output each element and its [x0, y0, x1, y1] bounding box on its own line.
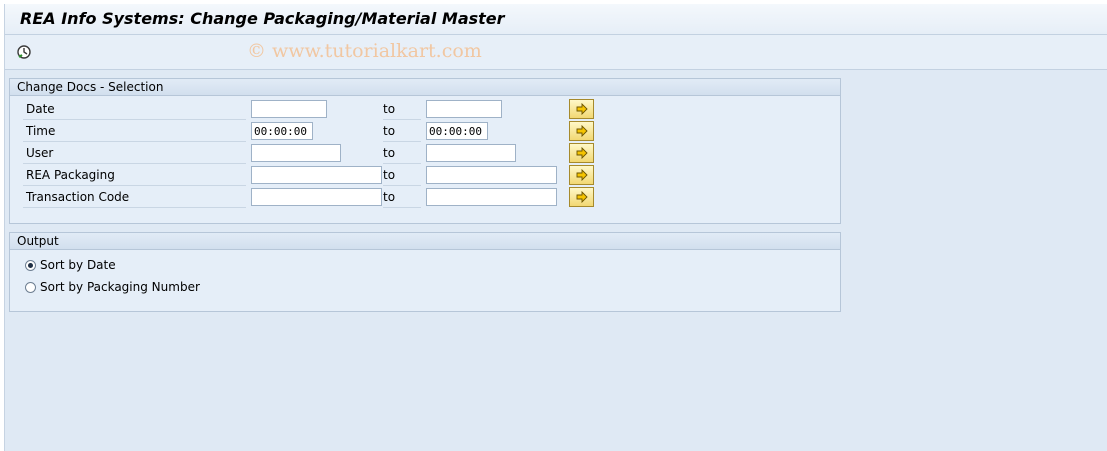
sort-by-packaging-number-label: Sort by Packaging Number [40, 280, 200, 294]
user-row: User to [23, 143, 594, 165]
arrow-right-icon [576, 103, 588, 115]
date-row: Date to [23, 99, 594, 121]
date-label: Date [23, 99, 246, 120]
transaction-code-row: Transaction Code to [23, 187, 594, 209]
sort-by-date-label: Sort by Date [40, 258, 116, 272]
date-from-input[interactable] [251, 100, 327, 118]
selection-group: Change Docs - Selection Date to Time to … [9, 78, 841, 224]
date-to-input[interactable] [426, 100, 502, 118]
execute-clock-icon [17, 45, 31, 59]
rea-packaging-row: REA Packaging to [23, 165, 594, 187]
arrow-right-icon [576, 125, 588, 137]
output-group: Output Sort by Date Sort by Packaging Nu… [9, 232, 841, 312]
arrow-right-icon [576, 191, 588, 203]
transaction-code-label: Transaction Code [23, 187, 246, 208]
title-bar: REA Info Systems: Change Packaging/Mater… [5, 4, 1107, 35]
sap-window: REA Info Systems: Change Packaging/Mater… [4, 4, 1107, 451]
radio-button[interactable] [25, 259, 36, 271]
time-to-label: to [383, 121, 421, 142]
rea-packaging-from-input[interactable] [251, 166, 382, 184]
user-to-input[interactable] [426, 144, 516, 162]
user-multiple-selection-button[interactable] [569, 143, 594, 163]
transaction-code-from-input[interactable] [251, 188, 382, 206]
transaction-code-multiple-selection-button[interactable] [569, 187, 594, 207]
sort-by-packaging-number-option[interactable]: Sort by Packaging Number [25, 278, 200, 296]
sort-by-date-option[interactable]: Sort by Date [25, 256, 116, 274]
time-label: Time [23, 121, 246, 142]
time-multiple-selection-button[interactable] [569, 121, 594, 141]
output-group-header: Output [10, 233, 840, 250]
radio-button[interactable] [25, 281, 36, 293]
transaction-code-to-input[interactable] [426, 188, 557, 206]
rea-packaging-to-label: to [383, 165, 421, 186]
arrow-right-icon [576, 169, 588, 181]
selection-group-header: Change Docs - Selection [10, 79, 840, 96]
date-multiple-selection-button[interactable] [569, 99, 594, 119]
transaction-code-to-label: to [383, 187, 421, 208]
page-title: REA Info Systems: Change Packaging/Mater… [20, 9, 505, 28]
time-from-input[interactable] [251, 122, 313, 140]
time-row: Time to [23, 121, 594, 143]
user-label: User [23, 143, 246, 164]
arrow-right-icon [576, 147, 588, 159]
date-to-label: to [383, 99, 421, 120]
user-to-label: to [383, 143, 421, 164]
time-to-input[interactable] [426, 122, 488, 140]
execute-button[interactable] [14, 43, 34, 61]
rea-packaging-multiple-selection-button[interactable] [569, 165, 594, 185]
rea-packaging-label: REA Packaging [23, 165, 246, 186]
watermark: © www.tutorialkart.com [247, 40, 482, 62]
radio-selected-dot [28, 262, 33, 268]
rea-packaging-to-input[interactable] [426, 166, 557, 184]
application-toolbar: © www.tutorialkart.com [5, 35, 1107, 70]
user-from-input[interactable] [251, 144, 341, 162]
